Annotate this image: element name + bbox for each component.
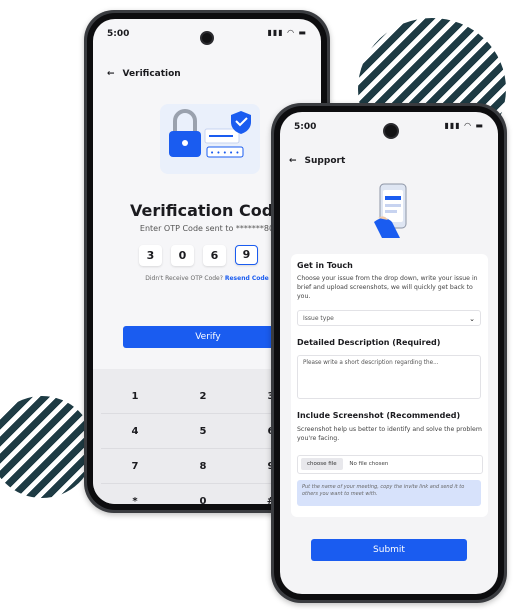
chevron-down-icon: ⌄ <box>469 315 475 323</box>
status-icons: ▮▮▮ ◠ ▬ <box>267 28 307 37</box>
back-arrow-icon[interactable]: ← <box>107 69 115 79</box>
hint-box: Put the name of your meeting, copy the i… <box>297 480 481 506</box>
page-title: Support <box>304 156 346 166</box>
resend-prompt: Didn't Receive OTP Code? <box>145 275 223 282</box>
status-time: 5:00 <box>294 122 317 132</box>
keypad-key[interactable]: 5 <box>169 414 237 449</box>
support-form-card: Get in Touch Choose your issue from the … <box>291 254 488 517</box>
keypad-key[interactable]: 8 <box>169 449 237 484</box>
description-textarea[interactable]: Please write a short description regardi… <box>297 355 481 399</box>
submit-button[interactable]: Submit <box>311 539 467 561</box>
page-title: Verification <box>122 69 181 79</box>
verify-button[interactable]: Verify <box>123 326 293 348</box>
file-upload-field: choose file No file chosen <box>297 455 483 474</box>
issue-type-placeholder: Issue type <box>303 315 334 322</box>
support-screen: 5:00 ▮▮▮ ◠ ▬ ← Support Get in Touch Choo… <box>280 112 498 594</box>
verification-header: ← Verification <box>107 69 181 79</box>
get-in-touch-heading: Get in Touch <box>297 261 353 270</box>
screenshot-heading: Include Screenshot (Recommended) <box>297 411 461 420</box>
status-time: 5:00 <box>107 29 130 39</box>
phone-hand-illustration <box>374 183 407 238</box>
resend-code-link[interactable]: Resend Code <box>225 275 269 282</box>
choose-file-button[interactable]: choose file <box>301 458 343 470</box>
file-status: No file chosen <box>349 461 389 467</box>
keypad-key[interactable]: 2 <box>169 379 237 414</box>
camera-notch <box>200 31 214 45</box>
otp-digit[interactable]: 6 <box>203 245 226 266</box>
back-arrow-icon[interactable]: ← <box>289 156 297 166</box>
otp-digit-active[interactable]: 9 <box>235 245 258 265</box>
keypad-key[interactable]: * <box>101 484 169 505</box>
keypad-key[interactable]: 1 <box>101 379 169 414</box>
screenshot-help-text: Screenshot help us better to identify an… <box>297 426 482 442</box>
support-header: ← Support <box>289 156 345 166</box>
description-heading: Detailed Description (Required) <box>297 338 441 347</box>
otp-digit[interactable]: 0 <box>171 245 194 266</box>
otp-digit[interactable]: 3 <box>139 245 162 266</box>
camera-notch <box>383 123 399 139</box>
decorative-stripes-bottom-left <box>0 396 94 498</box>
support-phone: 5:00 ▮▮▮ ◠ ▬ ← Support Get in Touch Choo… <box>271 103 507 603</box>
intro-text: Choose your issue from the drop down, wr… <box>297 275 478 300</box>
status-icons: ▮▮▮ ◠ ▬ <box>444 121 484 130</box>
issue-type-dropdown[interactable]: Issue type ⌄ <box>297 310 481 326</box>
svg-text:• • • • •: • • • • • <box>210 149 240 157</box>
lock-shield-illustration: • • • • • <box>160 104 260 174</box>
otp-input-group[interactable]: 3 0 6 9 <box>139 245 258 266</box>
keypad-key[interactable]: 7 <box>101 449 169 484</box>
keypad-key[interactable]: 4 <box>101 414 169 449</box>
keypad-key[interactable]: 0 <box>169 484 237 505</box>
